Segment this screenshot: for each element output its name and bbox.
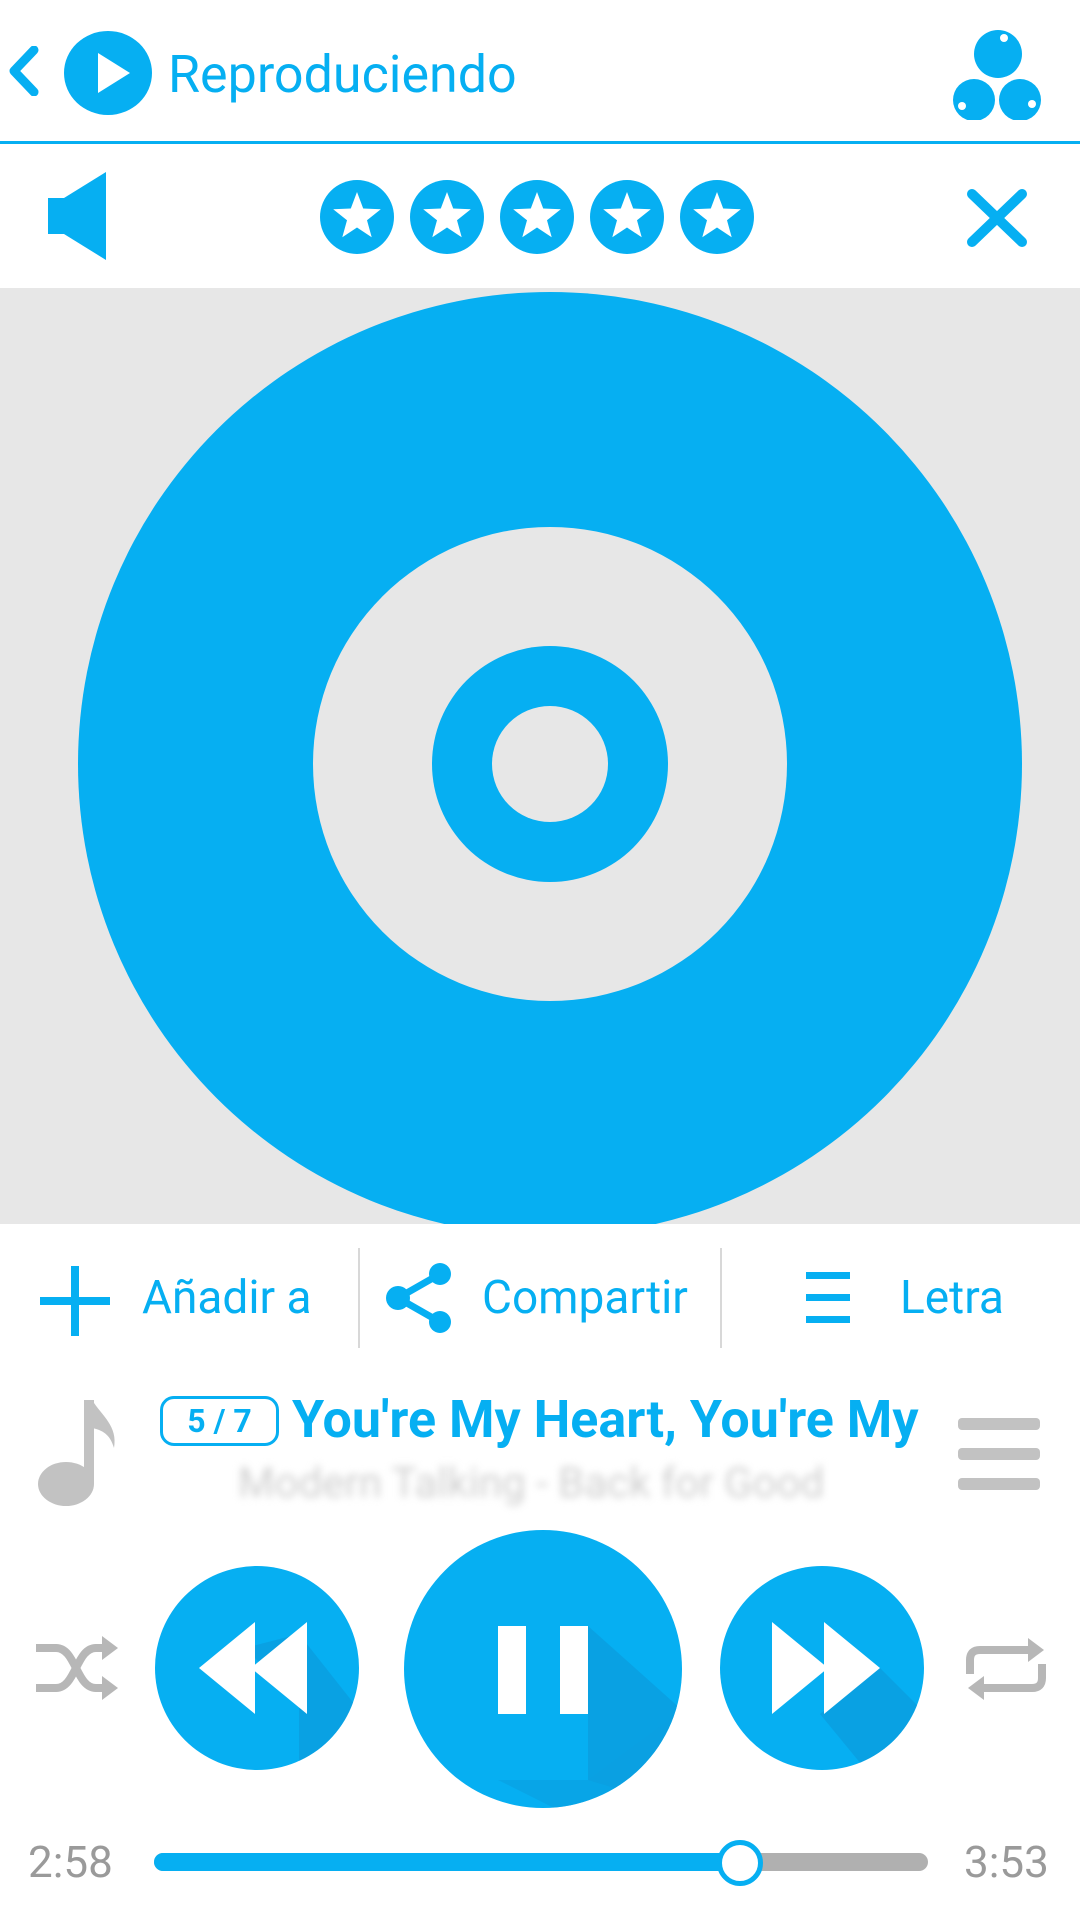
star-icon bbox=[590, 180, 664, 254]
action-divider bbox=[358, 1248, 360, 1348]
music-note-icon bbox=[38, 1400, 115, 1506]
fast-forward-icon bbox=[772, 1622, 924, 1770]
elapsed-time: 2:58 bbox=[28, 1836, 113, 1888]
share-label: Compartir bbox=[482, 1271, 688, 1325]
lyrics-button[interactable]: Letra bbox=[790, 1260, 1050, 1336]
page-title: Reproduciendo bbox=[168, 44, 517, 105]
plus-icon bbox=[40, 1266, 110, 1336]
track-title: You're My Heart, You're My Soul bbox=[292, 1389, 920, 1450]
menu-lines-icon bbox=[806, 1272, 850, 1323]
track-position-badge: 5 / 7 bbox=[160, 1396, 279, 1446]
star-icon bbox=[320, 180, 394, 254]
rewind-icon bbox=[199, 1622, 359, 1770]
shuffle-icon[interactable] bbox=[32, 1636, 118, 1700]
seek-bar[interactable] bbox=[154, 1840, 928, 1886]
action-row: Añadir a Compartir Letra bbox=[0, 1224, 1080, 1372]
disc-icon bbox=[78, 292, 1022, 1224]
star-icon bbox=[500, 180, 574, 254]
seek-progress bbox=[154, 1853, 740, 1871]
queue-icon[interactable] bbox=[958, 1418, 1040, 1490]
add-to-button[interactable]: Añadir a bbox=[30, 1260, 330, 1336]
chevron-left-icon[interactable] bbox=[6, 46, 40, 96]
rewind-button[interactable] bbox=[155, 1566, 359, 1770]
seek-thumb[interactable] bbox=[717, 1840, 763, 1886]
track-subtitle: Modern Talking - Back for Good bbox=[238, 1459, 825, 1508]
pause-icon bbox=[498, 1626, 682, 1808]
total-time: 3:53 bbox=[964, 1836, 1049, 1888]
action-divider bbox=[720, 1248, 722, 1348]
pause-button[interactable] bbox=[404, 1530, 682, 1808]
speaker-icon[interactable] bbox=[48, 172, 108, 260]
fast-forward-button[interactable] bbox=[720, 1566, 924, 1770]
share-icon bbox=[386, 1263, 451, 1333]
share-button[interactable]: Compartir bbox=[380, 1260, 710, 1336]
play-circle-icon[interactable] bbox=[64, 31, 152, 115]
three-dots-triangle-icon[interactable] bbox=[950, 26, 1042, 120]
app-header: Reproduciendo bbox=[0, 0, 1080, 142]
star-icon bbox=[680, 180, 754, 254]
star-rating[interactable] bbox=[320, 180, 760, 254]
close-icon[interactable] bbox=[966, 188, 1028, 248]
rating-row bbox=[0, 144, 1080, 288]
star-icon bbox=[410, 180, 484, 254]
repeat-icon[interactable] bbox=[962, 1638, 1050, 1700]
lyrics-label: Letra bbox=[900, 1271, 1004, 1325]
album-art bbox=[0, 288, 1080, 1224]
add-to-label: Añadir a bbox=[142, 1271, 312, 1325]
